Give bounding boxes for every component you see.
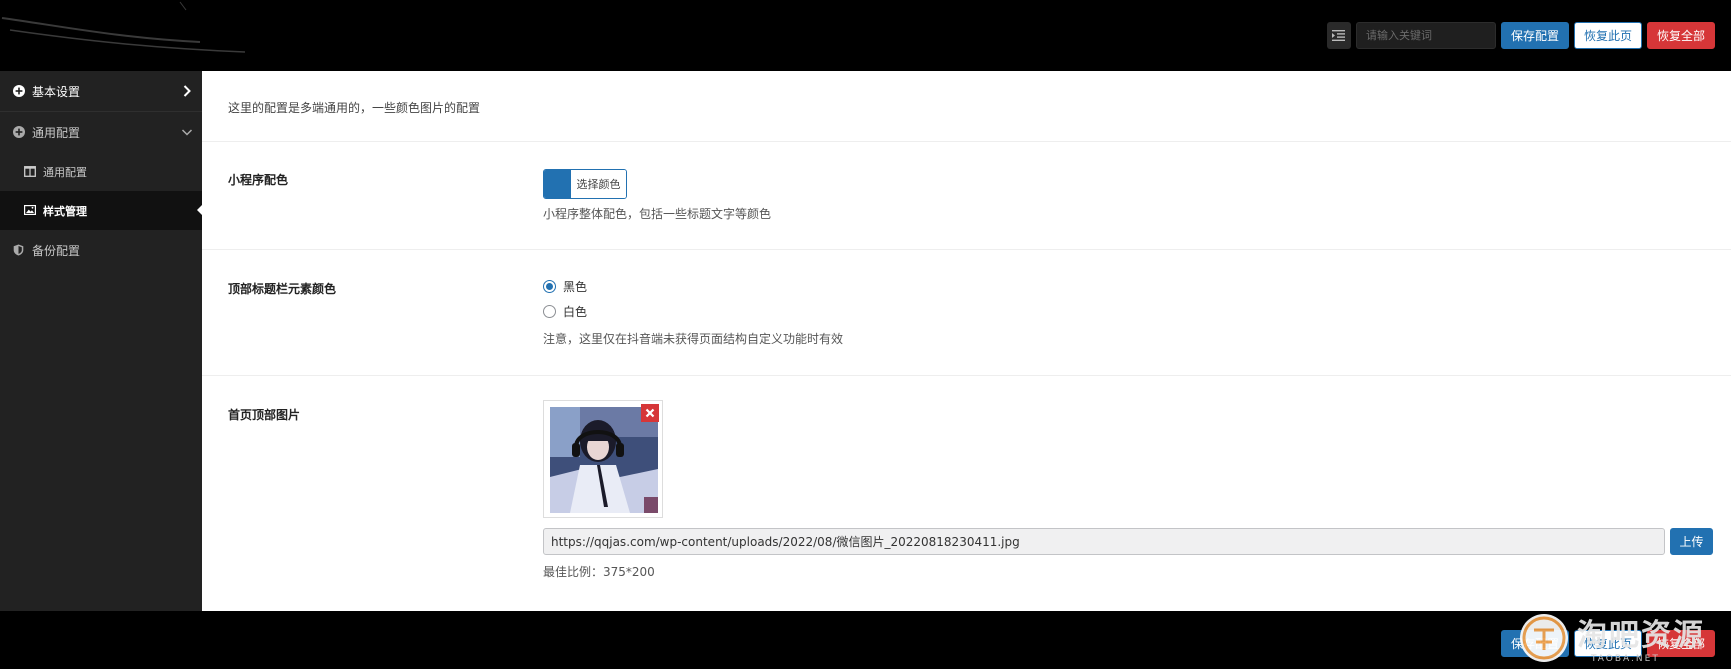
banner-field-section: 首页顶部图片 上传 最佳比例：375*200 <box>202 376 1731 611</box>
columns-icon <box>24 165 36 178</box>
menu-toggle-button[interactable] <box>1326 22 1351 49</box>
restore-all-button[interactable]: 恢复全部 <box>1646 22 1715 49</box>
color-field-label: 小程序配色 <box>228 173 289 187</box>
plus-circle-icon <box>13 126 25 138</box>
sidebar-item-backup-config[interactable]: 备份配置 <box>0 230 202 270</box>
search-input[interactable] <box>1355 22 1496 49</box>
chevron-down-icon <box>181 129 193 136</box>
color-field-section: 小程序配色 选择颜色 小程序整体配色，包括一些标题文字等颜色 <box>202 142 1731 250</box>
top-header: 保存配置 恢复此页 恢复全部 <box>0 0 1731 71</box>
color-field-description: 小程序整体配色，包括一些标题文字等颜色 <box>543 207 772 221</box>
main-content: 这里的配置是多端通用的，一些颜色图片的配置 小程序配色 选择颜色 小程序整体配色… <box>202 71 1731 611</box>
sidebar-item-label: 备份配置 <box>32 243 81 258</box>
indent-icon <box>1332 30 1346 41</box>
plus-circle-icon <box>13 85 25 97</box>
sidebar-item-label: 通用配置 <box>32 125 81 140</box>
watermark-text: 淘吧资源 <box>1577 618 1705 653</box>
restore-page-button[interactable]: 恢复此页 <box>1573 22 1642 49</box>
page-intro: 这里的配置是多端通用的，一些颜色图片的配置 <box>228 101 481 115</box>
close-icon <box>645 408 655 418</box>
banner-field-label: 首页顶部图片 <box>228 408 301 422</box>
titlebar-field-section: 顶部标题栏元素颜色 黑色 白色 注意，这里仅在抖音端未获得页面结构自定义功能时有… <box>202 250 1731 376</box>
logo-scribble <box>1 1 246 53</box>
radio-label: 黑色 <box>563 280 588 294</box>
radio-button-checked[interactable] <box>543 280 556 293</box>
radio-button[interactable] <box>543 305 556 318</box>
chevron-right-icon <box>183 85 191 97</box>
delete-image-button[interactable] <box>641 404 659 422</box>
upload-button[interactable]: 上传 <box>1670 528 1713 555</box>
radio-option-white[interactable]: 白色 <box>543 299 843 324</box>
titlebar-field-note: 注意，这里仅在抖音端未获得页面结构自定义功能时有效 <box>543 332 844 346</box>
intro-section: 这里的配置是多端通用的，一些颜色图片的配置 <box>202 71 1731 142</box>
header-toolbar: 保存配置 恢复此页 恢复全部 <box>1326 22 1715 49</box>
banner-image <box>550 407 658 513</box>
watermark-badge-icon <box>1520 614 1568 662</box>
titlebar-field-control: 黑色 白色 注意，这里仅在抖音端未获得页面结构自定义功能时有效 <box>543 274 843 347</box>
radio-label: 白色 <box>563 305 588 319</box>
sidebar-item-basic-settings[interactable]: 基本设置 <box>0 71 202 112</box>
color-picker-label: 选择颜色 <box>571 170 626 198</box>
sidebar-item-general-config[interactable]: 通用配置 <box>0 112 202 152</box>
sidebar-subitem-label: 样式管理 <box>43 204 87 218</box>
image-ratio-note: 最佳比例：375*200 <box>543 565 655 579</box>
watermark-subtext: TAOBA.NET <box>1591 654 1660 664</box>
color-field-control: 选择颜色 小程序整体配色，包括一些标题文字等颜色 <box>543 169 771 222</box>
titlebar-field-label: 顶部标题栏元素颜色 <box>228 282 337 296</box>
sidebar-subitem-style-management[interactable]: 样式管理 <box>0 191 202 230</box>
image-url-input[interactable] <box>543 528 1665 555</box>
image-icon <box>24 204 36 217</box>
watermark-logo: 淘吧资源 TAOBA.NET <box>1516 607 1721 669</box>
bottom-footer: 保存配置 恢复此页 恢复全部 淘吧资源 TAOBA.NET <box>0 611 1731 666</box>
sidebar-subitem-general-config[interactable]: 通用配置 <box>0 152 202 191</box>
color-picker-button[interactable]: 选择颜色 <box>543 169 627 199</box>
save-config-button[interactable]: 保存配置 <box>1500 22 1569 49</box>
shield-icon <box>13 244 25 256</box>
banner-thumbnail <box>543 400 663 518</box>
sidebar: 基本设置 通用配置 通用配置 样式管理 备份配置 <box>0 71 202 611</box>
sidebar-item-label: 基本设置 <box>32 84 81 99</box>
sidebar-subitem-label: 通用配置 <box>43 165 87 179</box>
color-swatch <box>544 170 571 198</box>
radio-option-black[interactable]: 黑色 <box>543 274 843 299</box>
